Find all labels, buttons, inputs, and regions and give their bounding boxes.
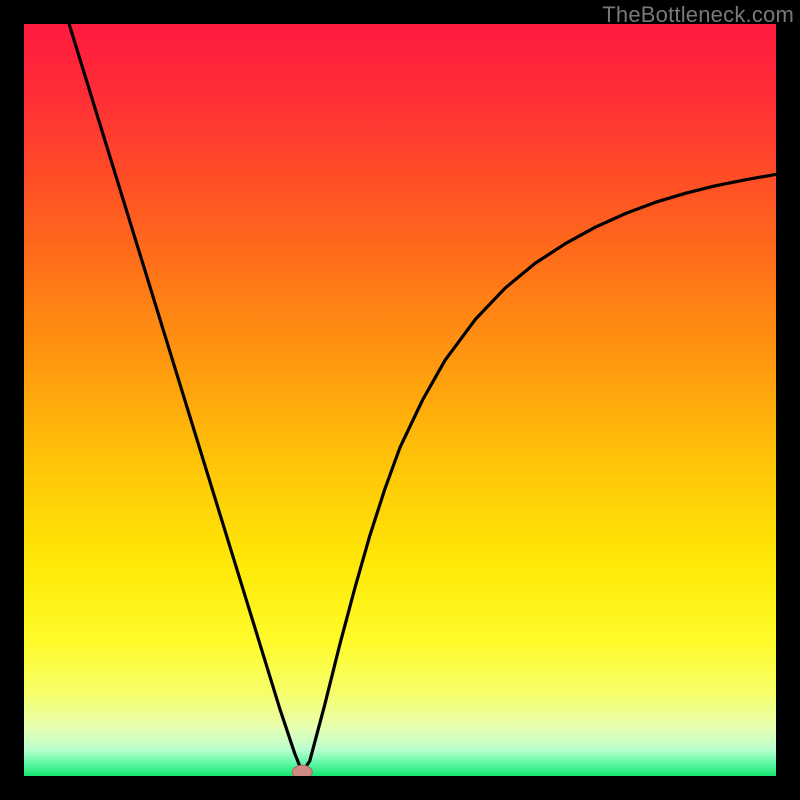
chart-frame (24, 24, 776, 776)
watermark-label: TheBottleneck.com (602, 2, 794, 28)
bottleneck-chart (24, 24, 776, 776)
optimum-marker (292, 765, 312, 776)
gradient-background (24, 24, 776, 776)
